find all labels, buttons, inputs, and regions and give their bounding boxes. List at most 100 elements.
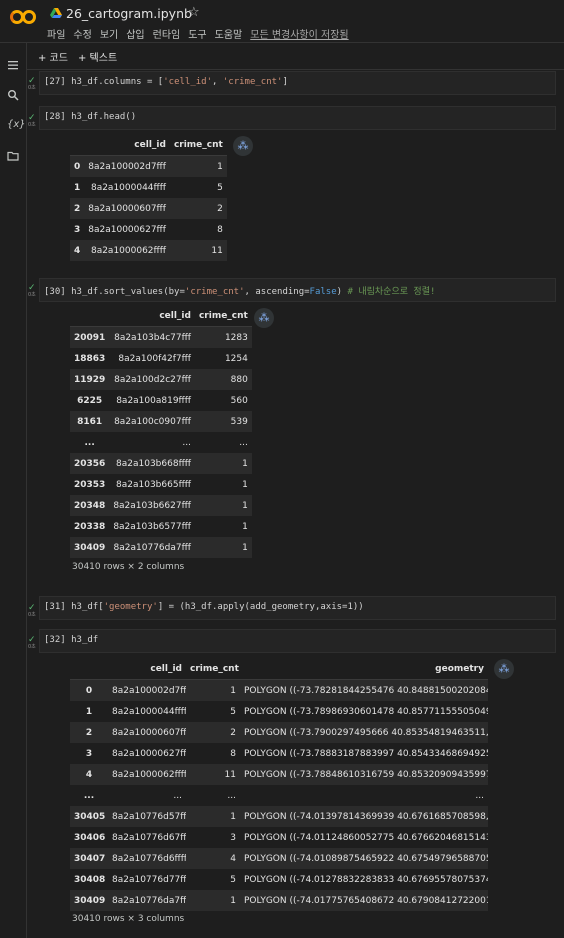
table-cell: 2 xyxy=(169,198,227,219)
table-cell: 8a2a103b6577fff xyxy=(109,516,195,537)
cell-status[interactable]: ✓ 0초 xyxy=(28,283,36,298)
table-cell: 5 xyxy=(169,177,227,198)
saved-status[interactable]: 모든 변경사항이 저장됨 xyxy=(250,26,348,41)
code-string: 'geometry' xyxy=(103,602,158,612)
add-code-button[interactable]: + 코드 xyxy=(38,49,68,64)
app-header: 26_cartogram.ipynb ☆ 파일 수정 보기 삽입 런타임 도구 … xyxy=(0,0,564,42)
code-editor[interactable]: [27] h3_df.columns = ['cell_id', 'crime_… xyxy=(44,77,288,87)
table-cell: 2 xyxy=(186,722,240,743)
row-index: ... xyxy=(70,432,110,453)
code-editor[interactable]: [31] h3_df['geometry'] = (h3_df.apply(ad… xyxy=(44,602,364,612)
table-cell: 1254 xyxy=(194,348,252,369)
table-cell: ... xyxy=(194,432,252,453)
table-row: 2 8a2a10000607fff 2 xyxy=(70,198,227,219)
table-row: 0 8a2a100002d7fff 1 POLYGON ((-73.782818442… xyxy=(70,679,488,701)
notebook-toolbar: + 코드 + 텍스트 xyxy=(0,42,564,70)
cell-status[interactable]: ✓ 0초 xyxy=(28,76,36,91)
code-cell-27[interactable]: [27] h3_df.columns = ['cell_id', 'crime_… xyxy=(39,71,556,95)
exec-time: 0초 xyxy=(28,122,36,128)
exec-time: 0초 xyxy=(28,644,36,650)
code-keyword: False xyxy=(309,287,337,297)
search-icon[interactable] xyxy=(7,89,19,101)
code-comment: # 내림차순으로 정렬! xyxy=(347,287,436,297)
magic-wand-icon[interactable]: ⁂ xyxy=(254,308,274,328)
prompt: [31] xyxy=(44,602,66,612)
column-header: crime_cnt xyxy=(186,659,240,680)
table-cell: 539 xyxy=(194,411,252,432)
menu-help[interactable]: 도움말 xyxy=(215,26,243,41)
table-cell: 8a2a10776da7fff xyxy=(108,890,186,911)
table-cell: POLYGON ((-73.78986930601478 40.85771155… xyxy=(240,701,488,722)
table-cell: 8a2a100c0907fff xyxy=(109,411,195,432)
table-cell: 8a2a10776d57fff xyxy=(108,806,186,827)
code-string: 'crime_cnt' xyxy=(222,77,283,87)
table-cell: 8a2a100002d7fff xyxy=(84,155,170,177)
code-text: h3_df[ xyxy=(71,602,104,612)
code-string: 'crime_cnt' xyxy=(184,287,245,297)
code-editor[interactable]: [30] h3_df.sort_values(by='crime_cnt', a… xyxy=(44,284,435,297)
menu-tools[interactable]: 도구 xyxy=(188,26,206,41)
code-string: 'cell_id' xyxy=(163,77,213,87)
table-cell: 8a2a100002d7fff xyxy=(108,679,186,701)
cell-status[interactable]: ✓ 0초 xyxy=(28,603,36,618)
row-index: 30406 xyxy=(70,827,108,848)
table-cell: 5 xyxy=(186,869,240,890)
table-cell: 1 xyxy=(186,806,240,827)
row-index: 3 xyxy=(70,219,85,240)
table-row: 3 8a2a10000627fff 8 POLYGON ((-73.788831878… xyxy=(70,743,488,764)
table-cell: POLYGON ((-73.7900297495666 40.853548194… xyxy=(240,722,488,743)
add-text-button[interactable]: + 텍스트 xyxy=(78,49,117,64)
table-cell: 11 xyxy=(169,240,227,261)
table-row: 20091 8a2a103b4c77fff 1283 xyxy=(70,326,252,348)
menu-icon[interactable] xyxy=(7,59,19,71)
table-row: 1 8a2a1000044ffff 5 xyxy=(70,177,227,198)
table-cell: 8a2a1000062ffff xyxy=(84,240,170,261)
row-index: 3 xyxy=(70,743,108,764)
code-cell-31[interactable]: [31] h3_df['geometry'] = (h3_df.apply(ad… xyxy=(39,596,556,620)
table-row: 8161 8a2a100c0907fff 539 xyxy=(70,411,252,432)
variables-icon[interactable]: {x} xyxy=(7,119,26,131)
prompt: [32] xyxy=(44,635,66,645)
menu-edit[interactable]: 수정 xyxy=(73,26,91,41)
row-index: 4 xyxy=(70,764,108,785)
code-text: ] = (h3_df.apply(add_geometry,axis=1)) xyxy=(157,602,364,612)
table-row: 30406 8a2a10776d67fff 3 POLYGON ((-74.01124… xyxy=(70,827,488,848)
table-row: 30405 8a2a10776d57fff 1 POLYGON ((-74.01397… xyxy=(70,806,488,827)
folder-icon[interactable] xyxy=(7,150,19,162)
menu-runtime[interactable]: 런타임 xyxy=(153,26,181,41)
code-cell-32[interactable]: [32] h3_df xyxy=(39,629,556,653)
dataframe-head-table: cell_id crime_cnt 0 8a2a100002d7fff 1 1 8a2a… xyxy=(70,135,227,261)
table-cell: 3 xyxy=(186,827,240,848)
table-row: 20348 8a2a103b6627fff 1 xyxy=(70,495,252,516)
table-cell: 8a2a103b4c77fff xyxy=(109,326,195,348)
notebook-title[interactable]: 26_cartogram.ipynb xyxy=(66,6,192,21)
column-header: cell_id xyxy=(108,659,186,680)
column-header: cell_id xyxy=(84,135,170,156)
table-cell: 1 xyxy=(194,537,252,558)
cell-status[interactable]: ✓ 0초 xyxy=(28,635,36,650)
menu-insert[interactable]: 삽입 xyxy=(126,26,144,41)
row-index: 2 xyxy=(70,722,108,743)
table-row: 6225 8a2a100a819ffff 560 xyxy=(70,390,252,411)
table-row: 4 8a2a1000062ffff 11 POLYGON ((-73.78848610… xyxy=(70,764,488,785)
star-icon[interactable]: ☆ xyxy=(188,5,200,20)
code-text: , ascending= xyxy=(244,287,310,297)
exec-time: 0초 xyxy=(28,612,36,618)
code-editor[interactable]: [32] h3_df xyxy=(44,635,98,645)
menu-view[interactable]: 보기 xyxy=(100,26,118,41)
code-cell-28[interactable]: [28] h3_df.head() xyxy=(39,106,556,130)
magic-wand-icon[interactable]: ⁂ xyxy=(494,659,514,679)
table-cell: 8a2a103b668ffff xyxy=(109,453,195,474)
left-rail: {x} xyxy=(0,43,27,938)
magic-wand-icon[interactable]: ⁂ xyxy=(233,136,253,156)
table-cell: 1 xyxy=(194,453,252,474)
table-cell: POLYGON ((-73.78883187883997 40.85433468… xyxy=(240,743,488,764)
cell-status[interactable]: ✓ 0초 xyxy=(28,113,36,128)
code-cell-30[interactable]: [30] h3_df.sort_values(by='crime_cnt', a… xyxy=(39,278,556,302)
menu-file[interactable]: 파일 xyxy=(47,26,65,41)
code-editor[interactable]: [28] h3_df.head() xyxy=(44,112,136,122)
column-header xyxy=(70,135,85,156)
colab-logo[interactable] xyxy=(10,10,38,28)
drive-icon xyxy=(50,8,62,18)
prompt: [27] xyxy=(44,77,66,87)
